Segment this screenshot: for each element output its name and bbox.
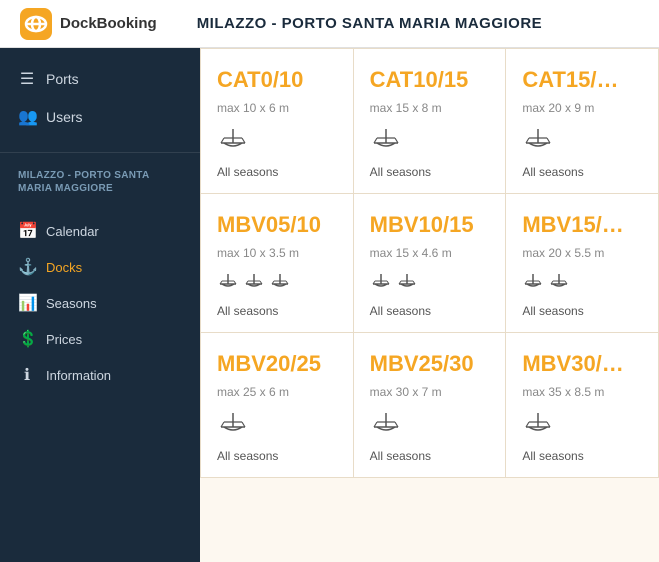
card-dims: max 15 x 8 m (370, 101, 490, 115)
card-dims: max 30 x 7 m (370, 385, 490, 399)
dock-card-cat0-10[interactable]: CAT0/10 max 10 x 6 m All seasons (201, 49, 353, 193)
sidebar-label-seasons: Seasons (46, 296, 97, 311)
sidebar-top-section: ☰ Ports 👥 Users (0, 48, 200, 148)
card-season: All seasons (522, 304, 642, 318)
card-title: MBV20/25 (217, 351, 337, 377)
sidebar-item-ports[interactable]: ☰ Ports (0, 60, 200, 98)
sidebar-item-prices[interactable]: 💲 Prices (0, 321, 200, 357)
dock-card-mbv25-30[interactable]: MBV25/30 max 30 x 7 m All seasons (354, 333, 506, 477)
sidebar-label-users: Users (46, 109, 83, 125)
users-icon: 👥 (18, 107, 36, 127)
boat-icons (217, 274, 337, 290)
sidebar-sub-section: 📅 Calendar ⚓ Docks 📊 Seasons 💲 Prices ℹ … (0, 201, 200, 405)
boat-icons (522, 274, 642, 290)
sidebar-item-users[interactable]: 👥 Users (0, 98, 200, 136)
card-dims: max 10 x 6 m (217, 101, 337, 115)
sidebar-item-docks[interactable]: ⚓ Docks (0, 249, 200, 285)
boat-icons (370, 413, 490, 435)
sidebar-label-ports: Ports (46, 71, 79, 87)
sidebar-label-information: Information (46, 368, 111, 383)
docks-grid: CAT0/10 max 10 x 6 m All seasons CAT10/1… (200, 48, 659, 478)
sidebar-label-docks: Docks (46, 260, 82, 275)
dock-card-mbv20-25[interactable]: MBV20/25 max 25 x 6 m All seasons (201, 333, 353, 477)
boat-icons (217, 413, 337, 435)
boat-icons (217, 129, 337, 151)
card-dims: max 10 x 3.5 m (217, 246, 337, 260)
boat-icons (370, 274, 490, 290)
sidebar-item-seasons[interactable]: 📊 Seasons (0, 285, 200, 321)
header: DockBooking MILAZZO - PORTO SANTA MARIA … (0, 0, 659, 48)
card-season: All seasons (370, 449, 490, 463)
dock-card-mbv10-15[interactable]: MBV10/15 max 15 x 4.6 m All seasons (354, 194, 506, 332)
seasons-icon: 📊 (18, 293, 36, 313)
boat-icons (370, 129, 490, 151)
card-title: CAT15/… (522, 67, 642, 93)
logo-icon (20, 8, 52, 40)
calendar-icon: 📅 (18, 221, 36, 241)
card-dims: max 25 x 6 m (217, 385, 337, 399)
card-season: All seasons (522, 449, 642, 463)
docks-icon: ⚓ (18, 257, 36, 277)
sidebar-label-prices: Prices (46, 332, 82, 347)
boat-icons (522, 413, 642, 435)
card-title: MBV30/… (522, 351, 642, 377)
logo: DockBooking (20, 8, 157, 40)
card-title: MBV25/30 (370, 351, 490, 377)
page-title: MILAZZO - PORTO SANTA MARIA MAGGIORE (197, 15, 542, 32)
card-dims: max 35 x 8.5 m (522, 385, 642, 399)
dock-card-mbv30-x[interactable]: MBV30/… max 35 x 8.5 m All seasons (506, 333, 658, 477)
prices-icon: 💲 (18, 329, 36, 349)
ports-icon: ☰ (18, 69, 36, 89)
information-icon: ℹ (18, 365, 36, 385)
card-season: All seasons (217, 449, 337, 463)
card-season: All seasons (522, 165, 642, 179)
card-title: MBV05/10 (217, 212, 337, 238)
dock-card-cat10-15[interactable]: CAT10/15 max 15 x 8 m All seasons (354, 49, 506, 193)
card-season: All seasons (217, 165, 337, 179)
dock-card-cat15-x[interactable]: CAT15/… max 20 x 9 m All seasons (506, 49, 658, 193)
card-title: CAT10/15 (370, 67, 490, 93)
logo-text: DockBooking (60, 15, 157, 32)
sidebar-label-calendar: Calendar (46, 224, 99, 239)
card-season: All seasons (370, 304, 490, 318)
card-dims: max 20 x 5.5 m (522, 246, 642, 260)
card-title: MBV15/… (522, 212, 642, 238)
sidebar-item-calendar[interactable]: 📅 Calendar (0, 213, 200, 249)
boat-icons (522, 129, 642, 151)
main-content: CAT0/10 max 10 x 6 m All seasons CAT10/1… (200, 48, 659, 562)
card-title: MBV10/15 (370, 212, 490, 238)
main-layout: ☰ Ports 👥 Users MILAZZO - PORTO SANTAMAR… (0, 48, 659, 562)
sidebar-item-information[interactable]: ℹ Information (0, 357, 200, 393)
sidebar-port-label: MILAZZO - PORTO SANTAMARIA MAGGIORE (0, 157, 200, 201)
card-season: All seasons (217, 304, 337, 318)
dock-card-mbv15-x[interactable]: MBV15/… max 20 x 5.5 m All seasons (506, 194, 658, 332)
card-dims: max 15 x 4.6 m (370, 246, 490, 260)
sidebar: ☰ Ports 👥 Users MILAZZO - PORTO SANTAMAR… (0, 48, 200, 562)
card-season: All seasons (370, 165, 490, 179)
card-title: CAT0/10 (217, 67, 337, 93)
dock-card-mbv05-10[interactable]: MBV05/10 max 10 x 3.5 m All seasons (201, 194, 353, 332)
sidebar-divider (0, 152, 200, 153)
card-dims: max 20 x 9 m (522, 101, 642, 115)
